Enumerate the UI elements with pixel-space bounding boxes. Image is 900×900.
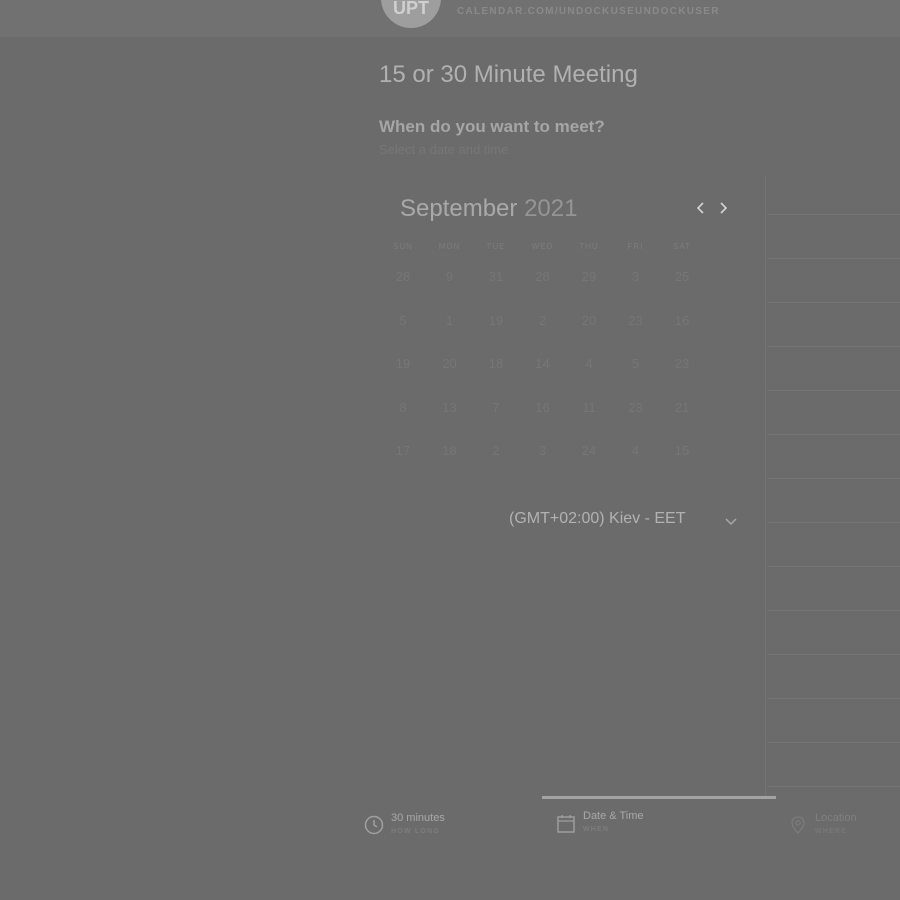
calendar-day[interactable]: 13 [430, 397, 470, 419]
weekday-label: SUN [393, 242, 413, 251]
date-picker: September 2021 SUN MON TUE WED THU FRI SAT 28 9… [381, 178, 741, 486]
calendar-day[interactable]: 23 [616, 310, 656, 332]
month-year-label: September 2021 [400, 195, 577, 223]
time-slot-divider [767, 566, 900, 567]
time-slot-divider [767, 654, 900, 655]
time-slot-list [765, 176, 900, 796]
step-subtitle: WHERE [815, 828, 848, 835]
location-pin-icon [791, 816, 805, 834]
calendar-day[interactable]: 31 [476, 266, 516, 288]
clock-icon [364, 815, 384, 835]
calendar-day[interactable]: 11 [569, 397, 609, 419]
weekday-label: FRI [627, 242, 644, 251]
calendar-day[interactable]: 23 [616, 397, 656, 419]
calendar-day[interactable]: 19 [476, 310, 516, 332]
weekday-label: WED [531, 242, 554, 251]
calendar-day[interactable]: 28 [523, 266, 563, 288]
calendar-day[interactable]: 2 [523, 310, 563, 332]
time-slot-divider [767, 478, 900, 479]
step-title: Location [815, 812, 857, 824]
calendar-day[interactable]: 5 [383, 310, 423, 332]
avatar: UPT [381, 0, 441, 28]
calendar-day[interactable]: 1 [430, 310, 470, 332]
time-slot-divider [767, 698, 900, 699]
chevron-left-icon [696, 202, 704, 214]
month-label: September [400, 195, 518, 222]
calendar-day[interactable]: 23 [662, 353, 702, 375]
weekday-label: MON [438, 242, 461, 251]
calendar-day[interactable]: 14 [523, 353, 563, 375]
calendar-day[interactable]: 3 [523, 440, 563, 462]
calendar-day[interactable]: 4 [616, 440, 656, 462]
calendar-day[interactable]: 20 [430, 353, 470, 375]
select-date-hint: Select a date and time [379, 142, 509, 157]
calendar-day[interactable]: 18 [476, 353, 516, 375]
next-month-button[interactable] [715, 198, 731, 218]
calendar-day[interactable]: 9 [430, 266, 470, 288]
booking-page: UPT CALENDAR.COM/UNDOCKUSEUNDOCKUSER 15 … [0, 0, 900, 900]
step-title: 30 minutes [391, 812, 445, 824]
step-progress-indicator [542, 796, 776, 799]
timezone-select[interactable]: (GMT+02:00) Kiev - EET [509, 510, 686, 528]
weekday-label: TUE [486, 242, 506, 251]
time-slot-divider [767, 390, 900, 391]
weekday-label: SAT [673, 242, 691, 251]
calendar-day[interactable]: 18 [430, 440, 470, 462]
time-slot-divider [767, 742, 900, 743]
time-slot-divider [767, 214, 900, 215]
calendar-icon [557, 815, 575, 833]
calendar-day[interactable]: 3 [616, 266, 656, 288]
chevron-down-icon[interactable] [722, 512, 740, 530]
meeting-title: 15 or 30 Minute Meeting [379, 61, 638, 88]
calendar-url-link[interactable]: CALENDAR.COM/UNDOCKUSEUNDOCKUSER [457, 6, 720, 17]
time-slot-divider [767, 786, 900, 787]
time-slot-divider [767, 610, 900, 611]
calendar-day[interactable]: 15 [662, 440, 702, 462]
header-bar: UPT CALENDAR.COM/UNDOCKUSEUNDOCKUSER [0, 0, 900, 37]
calendar-day[interactable]: 17 [383, 440, 423, 462]
when-question-heading: When do you want to meet? [379, 117, 605, 136]
step-subtitle: WHEN [583, 826, 610, 833]
calendar-day[interactable]: 8 [383, 397, 423, 419]
time-slot-divider [767, 346, 900, 347]
calendar-day[interactable]: 19 [383, 353, 423, 375]
calendar-day[interactable]: 7 [476, 397, 516, 419]
step-subtitle: HOW LONG [391, 828, 440, 835]
calendar-day[interactable]: 24 [569, 440, 609, 462]
calendar-day[interactable]: 29 [569, 266, 609, 288]
calendar-day[interactable]: 16 [523, 397, 563, 419]
weekday-label: THU [579, 242, 599, 251]
time-slot-divider [767, 258, 900, 259]
time-slot-divider [767, 434, 900, 435]
calendar-day[interactable]: 4 [569, 353, 609, 375]
previous-month-button[interactable] [693, 198, 709, 218]
calendar-day[interactable]: 5 [616, 353, 656, 375]
calendar-day[interactable]: 25 [662, 266, 702, 288]
calendar-day[interactable]: 21 [662, 397, 702, 419]
chevron-right-icon [720, 202, 728, 214]
calendar-day[interactable]: 28 [383, 266, 423, 288]
calendar-day[interactable]: 20 [569, 310, 609, 332]
calendar-day[interactable]: 2 [476, 440, 516, 462]
year-label: 2021 [524, 195, 578, 222]
time-slot-divider [767, 522, 900, 523]
time-slot-divider [767, 302, 900, 303]
step-title: Date & Time [583, 810, 644, 822]
calendar-day[interactable]: 16 [662, 310, 702, 332]
